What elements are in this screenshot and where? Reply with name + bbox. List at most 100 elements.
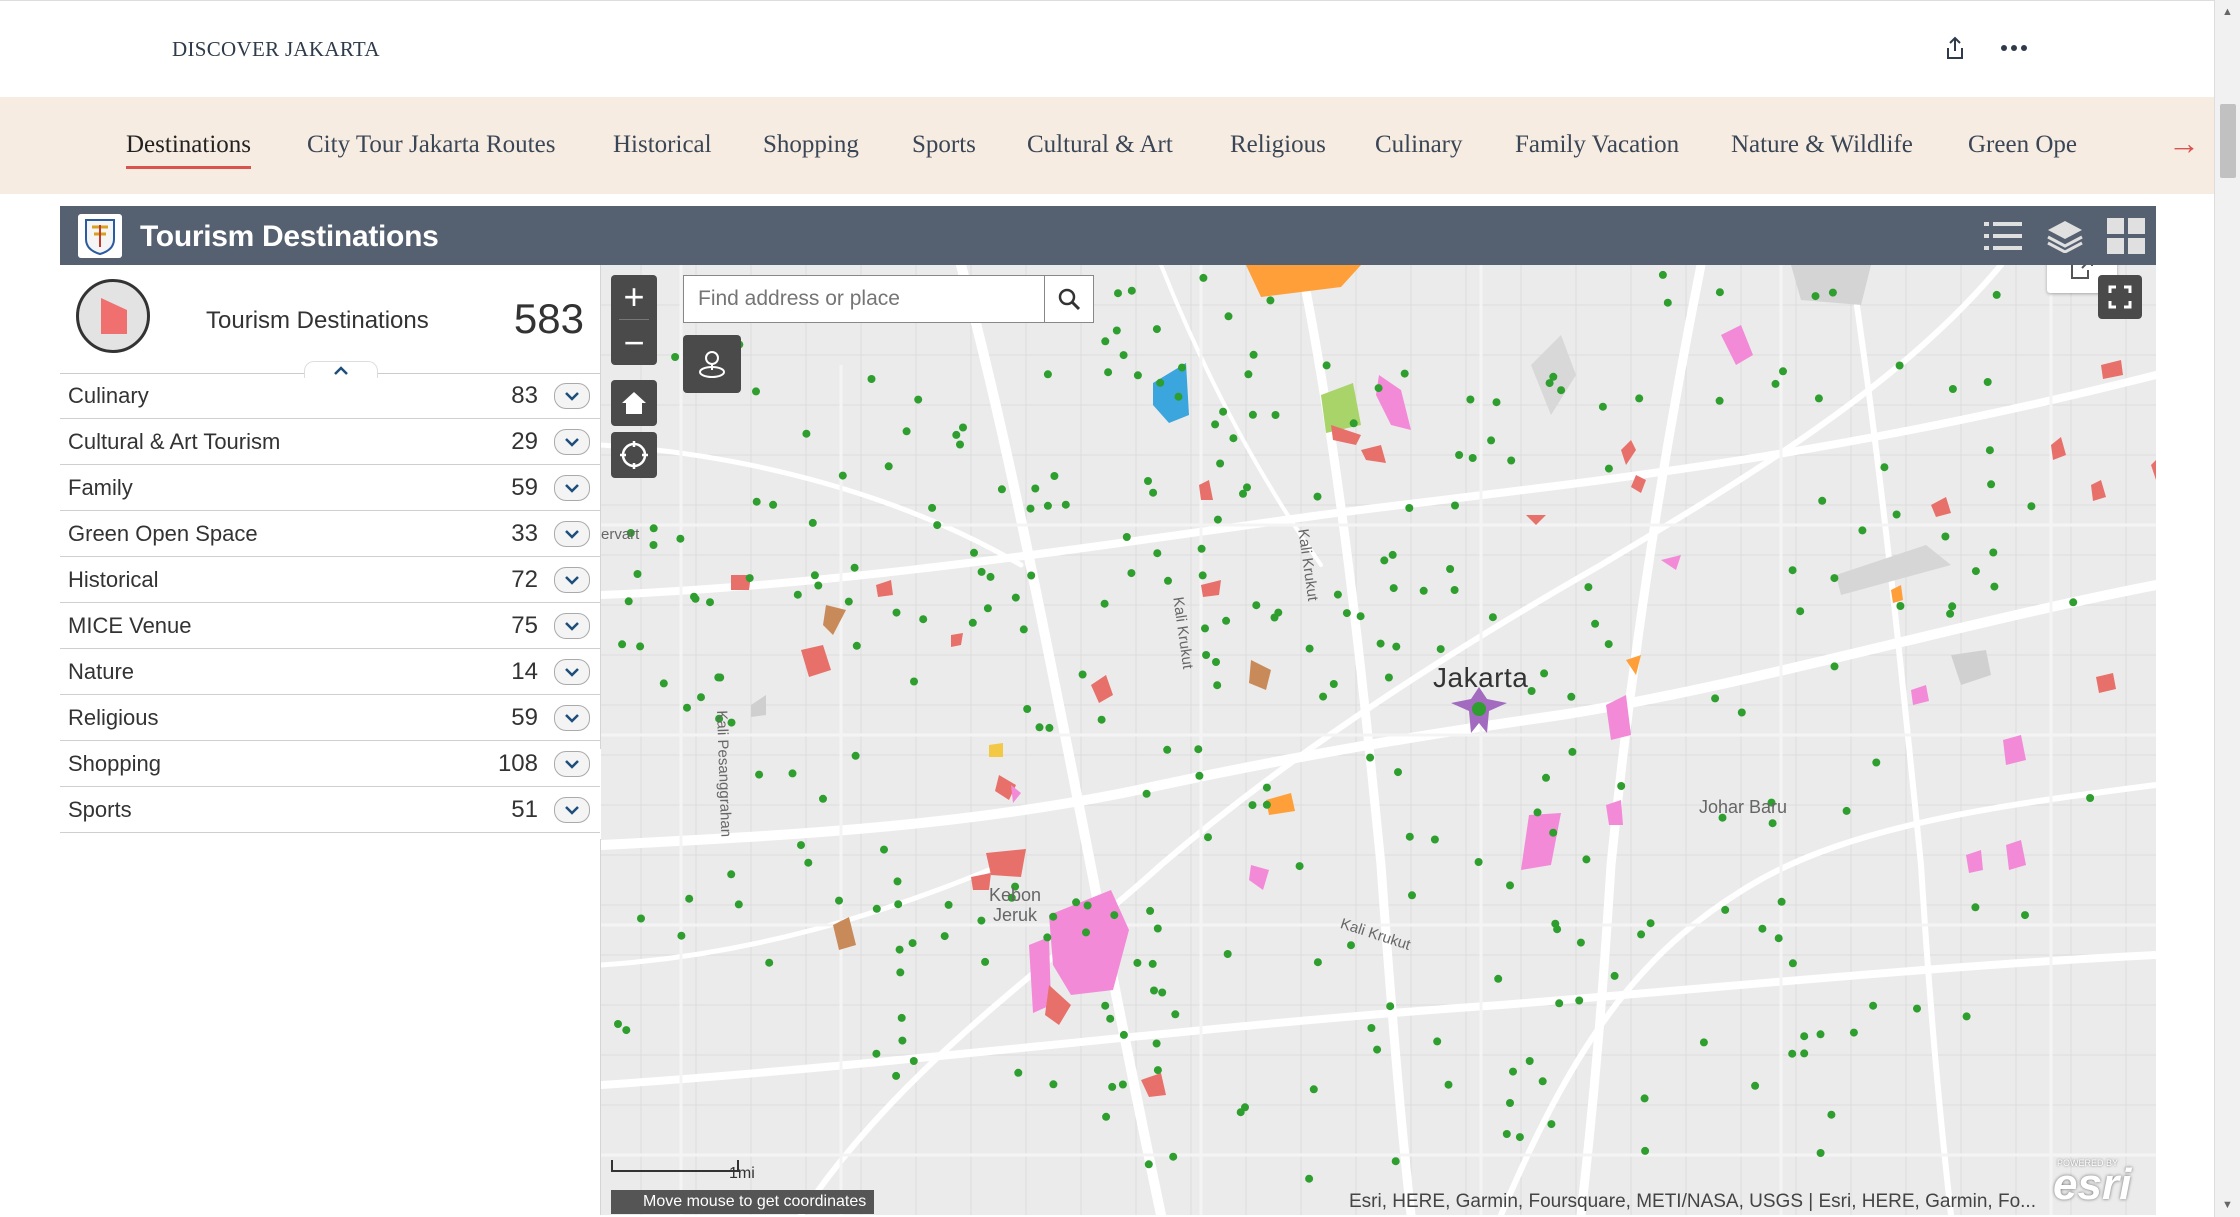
destination-point[interactable] [1163, 745, 1172, 754]
destination-point[interactable] [1715, 288, 1724, 297]
destination-point[interactable] [1405, 832, 1414, 841]
destination-point[interactable] [1212, 658, 1220, 666]
destination-point[interactable] [1849, 1028, 1858, 1037]
destination-point[interactable] [1133, 371, 1142, 380]
destination-point[interactable] [896, 968, 905, 977]
page-scrollbar[interactable]: ▲ ▼ [2214, 0, 2240, 1217]
destination-point[interactable] [1305, 1174, 1314, 1183]
destination-point[interactable] [1430, 835, 1439, 844]
destination-point[interactable] [1699, 1038, 1708, 1047]
destination-point[interactable] [1198, 571, 1207, 580]
destination-point[interactable] [1384, 673, 1393, 682]
destination-point[interactable] [637, 914, 645, 923]
destination-point[interactable] [1405, 504, 1414, 512]
expand-category-button[interactable] [554, 659, 590, 685]
destination-point[interactable] [1591, 619, 1600, 628]
destination-point[interactable] [1771, 379, 1780, 388]
destination-point[interactable] [956, 440, 964, 449]
destination-point[interactable] [1213, 681, 1222, 690]
destination-point[interactable] [1319, 692, 1328, 701]
destination-point[interactable] [1178, 363, 1186, 372]
destination-point[interactable] [1101, 337, 1110, 346]
destination-point[interactable] [928, 503, 937, 512]
destination-point[interactable] [981, 957, 990, 966]
expand-category-button[interactable] [554, 475, 590, 501]
destination-point[interactable] [952, 430, 961, 439]
destination-point[interactable] [910, 677, 918, 686]
destination-point[interactable] [2069, 598, 2078, 607]
search-button[interactable] [1044, 275, 1094, 323]
map-view[interactable]: Jakarta Johar Baru Kebon Jeruk Kali Kruk… [601, 265, 2156, 1215]
nav-religious[interactable]: Religious [1230, 131, 1326, 159]
destination-point[interactable] [914, 395, 923, 404]
destination-point[interactable] [1737, 708, 1746, 717]
expand-category-button[interactable] [554, 383, 590, 409]
destination-point[interactable] [802, 429, 811, 438]
destination-point[interactable] [1468, 454, 1477, 462]
destination-point[interactable] [1507, 456, 1516, 465]
destination-point[interactable] [1152, 325, 1161, 334]
destination-point[interactable] [1313, 492, 1322, 501]
destination-point[interactable] [892, 608, 901, 617]
destination-point[interactable] [1114, 289, 1122, 298]
destination-point[interactable] [622, 1026, 631, 1035]
destination-point[interactable] [714, 673, 723, 682]
destination-point[interactable] [1342, 609, 1351, 618]
destination-point[interactable] [1112, 326, 1121, 335]
destination-point[interactable] [1800, 1032, 1809, 1041]
zoom-out-button[interactable]: − [611, 321, 657, 365]
destination-point[interactable] [1035, 723, 1044, 732]
expand-category-button[interactable] [554, 613, 590, 639]
destination-point[interactable] [633, 570, 642, 578]
destination-point[interactable] [1533, 808, 1542, 817]
destination-point[interactable] [1555, 999, 1564, 1008]
destination-point[interactable] [867, 375, 876, 383]
scroll-up-icon[interactable]: ▲ [2222, 6, 2233, 18]
destination-point[interactable] [1078, 670, 1087, 679]
destination-point[interactable] [1153, 1066, 1162, 1075]
category-row[interactable]: Cultural & Art Tourism 29 [60, 419, 600, 465]
destination-point[interactable] [1043, 933, 1052, 942]
destination-point[interactable] [1433, 1037, 1442, 1046]
destination-point[interactable] [1436, 645, 1445, 654]
destination-point[interactable] [1913, 1004, 1921, 1013]
destination-point[interactable] [1896, 602, 1905, 610]
destination-point[interactable] [1216, 459, 1225, 468]
destination-point[interactable] [1830, 574, 1839, 583]
destination-point[interactable] [1223, 950, 1232, 958]
destination-point[interactable] [1097, 715, 1106, 724]
destination-point[interactable] [897, 1013, 906, 1022]
destination-point[interactable] [1946, 609, 1955, 618]
destination-point[interactable] [1211, 420, 1220, 429]
destination-point[interactable] [1248, 801, 1257, 810]
destination-point[interactable] [1144, 477, 1152, 485]
destination-point[interactable] [1222, 616, 1231, 625]
destination-point[interactable] [1153, 924, 1162, 933]
destination-point[interactable] [908, 939, 917, 948]
fullscreen-button[interactable] [2098, 275, 2142, 319]
destination-point[interactable] [752, 387, 760, 396]
destination-point[interactable] [2086, 794, 2095, 802]
destination-point[interactable] [1229, 434, 1238, 443]
destination-point[interactable] [977, 567, 986, 576]
nav-historical[interactable]: Historical [613, 131, 712, 159]
destination-point[interactable] [1144, 1160, 1153, 1169]
destination-point[interactable] [706, 598, 714, 607]
destination-point[interactable] [1466, 395, 1475, 404]
destination-point[interactable] [1244, 370, 1253, 379]
destination-point[interactable] [691, 594, 700, 603]
destination-point[interactable] [959, 423, 967, 432]
destination-point[interactable] [1101, 1001, 1110, 1010]
destination-point[interactable] [1219, 407, 1228, 416]
destination-point[interactable] [1811, 292, 1820, 301]
destination-point[interactable] [1102, 1112, 1111, 1121]
destination-point[interactable] [1100, 599, 1109, 608]
destination-point[interactable] [1827, 1110, 1836, 1119]
destination-point[interactable] [1313, 958, 1322, 967]
destination-point[interactable] [1494, 974, 1503, 983]
nav-city-tour[interactable]: City Tour Jakarta Routes [307, 131, 555, 159]
zoom-in-button[interactable]: + [611, 275, 657, 319]
destination-point[interactable] [1266, 296, 1275, 305]
destination-point[interactable] [1816, 1030, 1825, 1039]
destination-point[interactable] [808, 518, 817, 527]
